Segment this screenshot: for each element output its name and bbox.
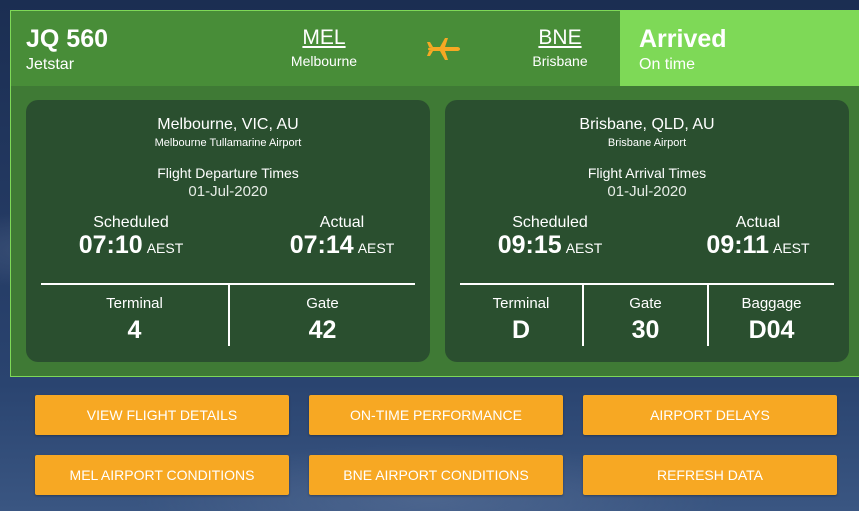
departure-actual-tz: AEST: [357, 240, 395, 256]
departure-terminal: 4: [127, 316, 142, 344]
departure-scheduled-time: 07:10 AEST: [58, 231, 204, 260]
status-text: Arrived: [639, 25, 727, 53]
destination-code-link[interactable]: BNE: [507, 26, 613, 50]
refresh-data-button[interactable]: REFRESH DATA: [583, 455, 837, 495]
arrival-panel: Brisbane, QLD, AU Brisbane Airport Fligh…: [445, 100, 849, 362]
departure-date: 01-Jul-2020: [188, 183, 268, 200]
departure-gate: 42: [308, 316, 337, 344]
airport-delays-button[interactable]: AIRPORT DELAYS: [583, 395, 837, 435]
view-flight-details-button[interactable]: VIEW FLIGHT DETAILS: [35, 395, 289, 435]
on-time-performance-button[interactable]: ON-TIME PERFORMANCE: [309, 395, 563, 435]
arrival-scheduled-time-value: 09:15: [497, 231, 562, 259]
airline-name: Jetstar: [26, 56, 75, 73]
airplane-icon: [427, 38, 460, 60]
status-badge: Arrived On time: [620, 11, 859, 86]
arrival-gate-label: Gate: [629, 295, 662, 312]
departure-gate-label: Gate: [306, 295, 339, 312]
origin-city: Melbourne: [290, 53, 358, 69]
arrival-times-label: Flight Arrival Times: [587, 165, 707, 181]
arrival-baggage-label: Baggage: [741, 295, 802, 312]
arrival-terminal: D: [511, 316, 531, 344]
arrival-gate: 30: [631, 316, 660, 344]
arrival-location: Brisbane, QLD, AU: [579, 116, 715, 133]
bne-airport-conditions-button[interactable]: BNE AIRPORT CONDITIONS: [309, 455, 563, 495]
departure-location: Melbourne, VIC, AU: [157, 116, 299, 133]
departure-actual-label: Actual: [319, 214, 365, 231]
departure-times-label: Flight Departure Times: [157, 165, 299, 181]
departure-terminal-label: Terminal: [106, 295, 163, 312]
mel-airport-conditions-button[interactable]: MEL AIRPORT CONDITIONS: [35, 455, 289, 495]
arrival-date: 01-Jul-2020: [607, 183, 687, 200]
destination-city: Brisbane: [532, 53, 588, 69]
arrival-terminal-label: Terminal: [492, 295, 550, 312]
departure-actual-time: 07:14 AEST: [269, 231, 415, 260]
arrival-actual-label: Actual: [735, 214, 781, 231]
arrival-divider: [460, 283, 834, 285]
arrival-actual-tz: AEST: [772, 240, 810, 256]
flight-status-card: JQ 560 Jetstar MEL Melbourne BNE Brisban…: [10, 10, 859, 377]
arrival-actual-time: 09:11 AEST: [685, 231, 831, 260]
departure-panel: Melbourne, VIC, AU Melbourne Tullamarine…: [26, 100, 430, 362]
flight-header: JQ 560 Jetstar MEL Melbourne BNE Brisban…: [11, 11, 859, 86]
arrival-baggage: D04: [748, 316, 795, 344]
departure-scheduled-label: Scheduled: [93, 214, 169, 231]
departure-scheduled-time-value: 07:10: [78, 231, 143, 259]
departure-actual-time-value: 07:14: [289, 231, 354, 259]
flight-number: JQ 560: [26, 25, 109, 53]
arrival-actual-time-value: 09:11: [706, 231, 769, 259]
status-detail: On time: [639, 56, 696, 73]
departure-scheduled-tz: AEST: [146, 240, 184, 256]
arrival-scheduled-tz: AEST: [565, 240, 603, 256]
arrival-airport: Brisbane Airport: [607, 137, 687, 149]
origin-code-link[interactable]: MEL: [267, 26, 381, 50]
arrival-scheduled-time: 09:15 AEST: [477, 231, 623, 260]
departure-airport: Melbourne Tullamarine Airport: [154, 137, 302, 149]
arrival-scheduled-label: Scheduled: [512, 214, 588, 231]
